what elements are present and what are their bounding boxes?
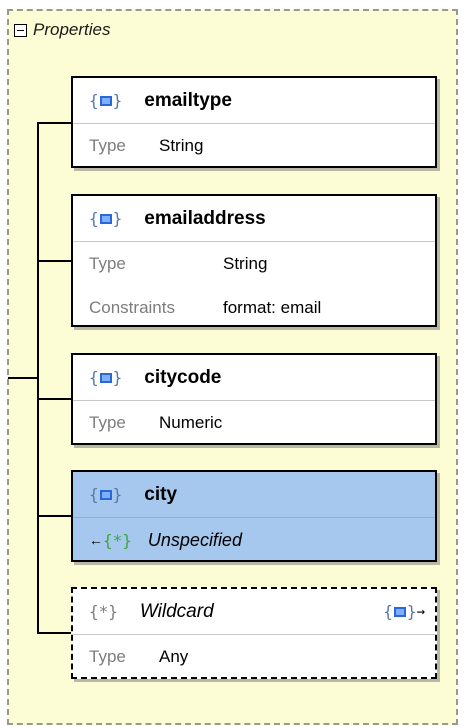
row-value: String bbox=[159, 136, 204, 155]
property-name: Wildcard bbox=[139, 600, 214, 622]
connector-branch-emailaddress bbox=[37, 260, 71, 262]
card-header: {} emailtype bbox=[73, 78, 435, 124]
row-key: Type bbox=[89, 254, 126, 273]
properties-title: Properties bbox=[33, 20, 111, 39]
collapse-icon[interactable] bbox=[14, 23, 27, 37]
property-row: Type Any bbox=[73, 635, 435, 679]
card-header: {} emailaddress bbox=[73, 196, 435, 242]
property-name: emailaddress bbox=[144, 207, 266, 229]
wildcard-star-icon: {*} bbox=[89, 602, 118, 621]
connector-branch-emailtype bbox=[37, 122, 71, 124]
property-card-emailaddress[interactable]: {} emailaddress Type String Constraints … bbox=[71, 194, 437, 327]
property-row: Type String bbox=[73, 124, 435, 168]
connector-branch-citycode bbox=[37, 398, 71, 400]
connector-main-stem bbox=[8, 377, 37, 379]
object-arrow-icon[interactable]: {} → bbox=[383, 602, 425, 621]
property-name: emailtype bbox=[144, 89, 232, 111]
row-value: String bbox=[223, 254, 268, 273]
card-header: {} city bbox=[73, 472, 435, 518]
row-key: Constraints bbox=[89, 298, 175, 317]
property-row: ← {*} Unspecified bbox=[73, 518, 435, 562]
row-key: Type bbox=[89, 647, 126, 666]
object-brace-icon: {} bbox=[89, 368, 123, 387]
card-header: {} citycode bbox=[73, 355, 435, 401]
property-row: Type String bbox=[73, 242, 435, 286]
row-key: Type bbox=[89, 413, 126, 432]
properties-header: Properties bbox=[14, 19, 110, 41]
wildcard-star-icon: {*} bbox=[103, 530, 132, 550]
property-name: citycode bbox=[144, 366, 222, 388]
property-name: city bbox=[144, 483, 178, 505]
property-row: Constraints format: email bbox=[73, 286, 435, 330]
arrow-left-icon: ← bbox=[89, 532, 103, 548]
card-header: {*} Wildcard {} → bbox=[73, 589, 435, 635]
object-brace-icon: {} bbox=[89, 209, 123, 228]
object-brace-icon: {} bbox=[89, 485, 123, 504]
property-card-city[interactable]: {} city ← {*} Unspecified bbox=[71, 470, 437, 562]
property-card-citycode[interactable]: {} citycode Type Numeric bbox=[71, 353, 437, 445]
connector-branch-city bbox=[37, 515, 71, 517]
row-value: format: email bbox=[223, 298, 322, 317]
row-value: Any bbox=[159, 647, 189, 666]
row-value: Numeric bbox=[159, 413, 223, 432]
property-card-wildcard[interactable]: {*} Wildcard {} → Type Any bbox=[71, 587, 437, 679]
connector-trunk bbox=[37, 122, 39, 634]
connector-branch-wildcard bbox=[37, 632, 71, 634]
row-key: Type bbox=[89, 136, 126, 155]
property-card-emailtype[interactable]: {} emailtype Type String bbox=[71, 76, 437, 168]
property-row: Type Numeric bbox=[73, 401, 435, 445]
unspecified-label: Unspecified bbox=[147, 529, 242, 550]
object-brace-icon: {} bbox=[89, 91, 123, 110]
